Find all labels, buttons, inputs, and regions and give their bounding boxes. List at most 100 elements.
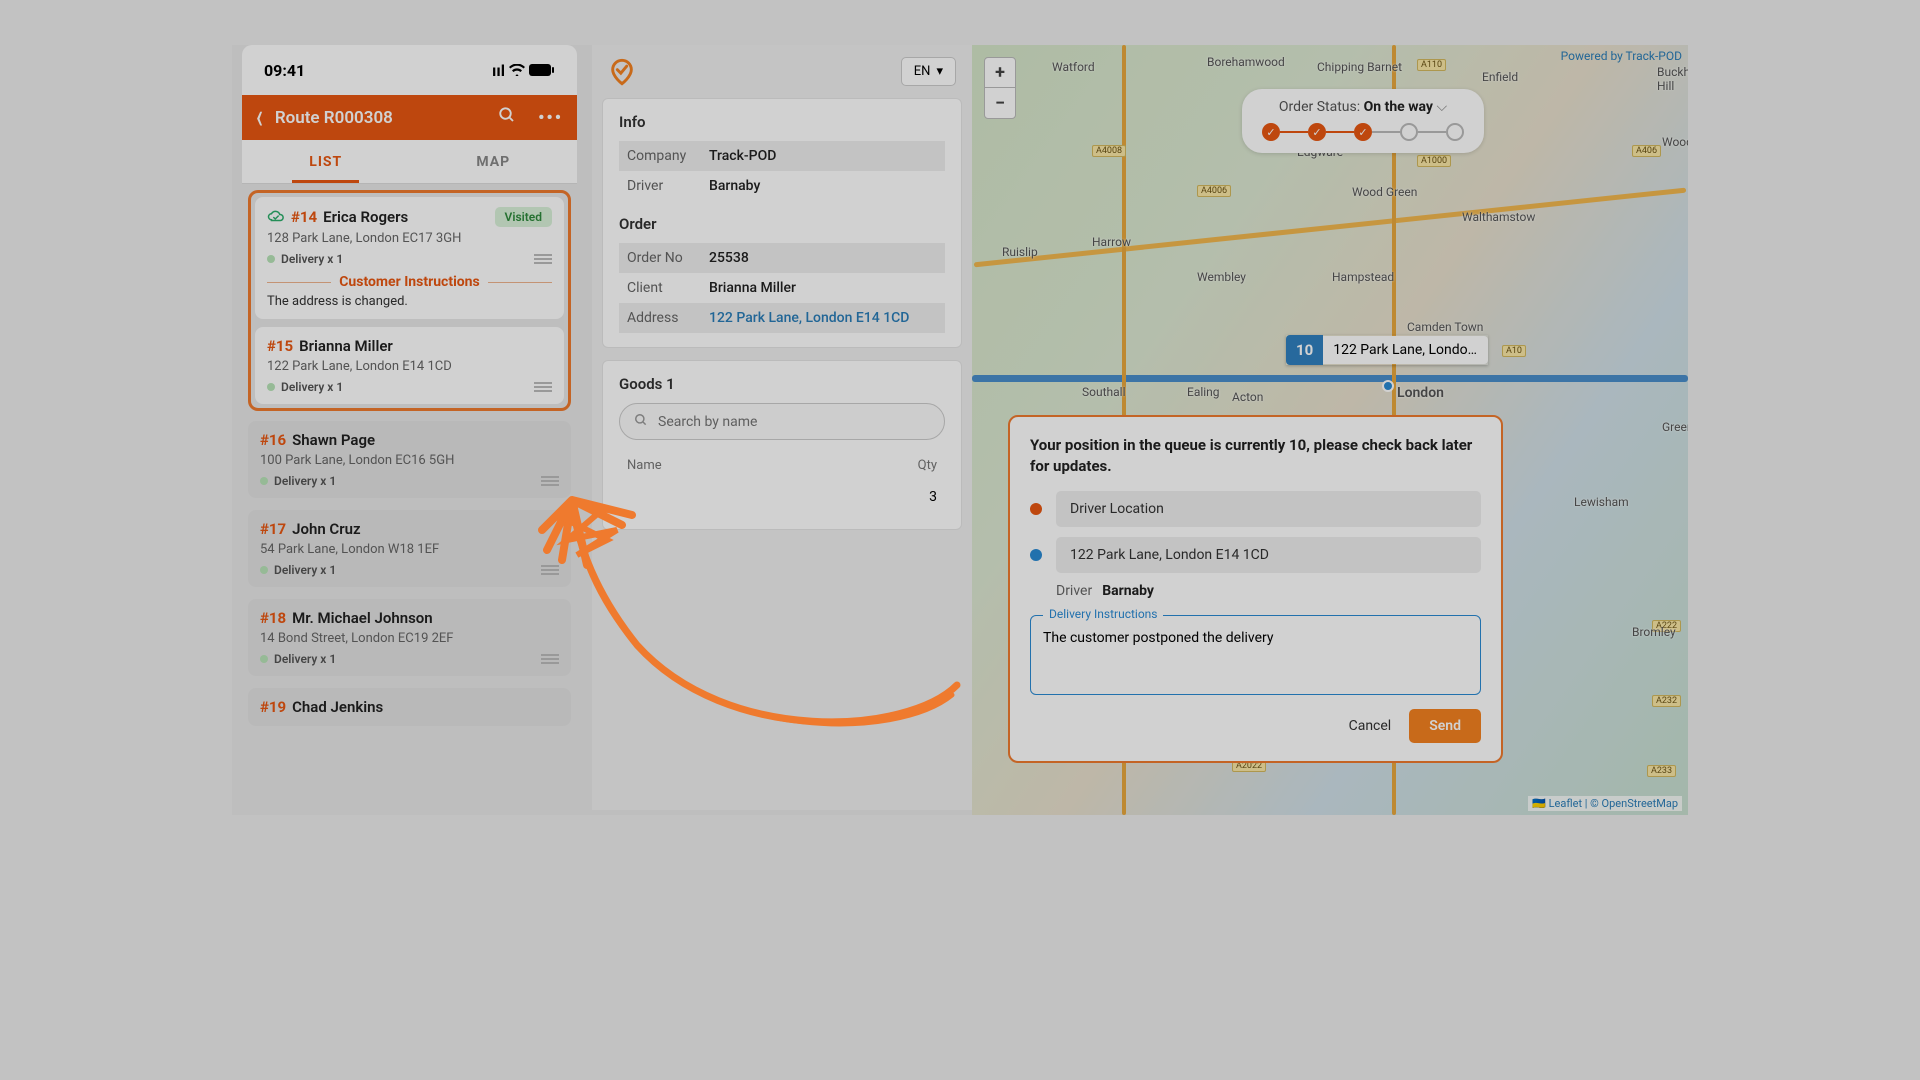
status-steps: ✓ ✓ ✓ [1262, 123, 1464, 141]
stop-card[interactable]: #18 Mr. Michael Johnson 14 Bond Street, L… [248, 599, 571, 676]
current-location-dot [1382, 380, 1394, 392]
goods-search-input[interactable] [658, 414, 930, 430]
status-dot [267, 255, 275, 263]
map-marker[interactable]: 10 122 Park Lane, London E... [1286, 335, 1488, 365]
goods-qty-cell: 3 [929, 489, 937, 505]
status-dot [267, 383, 275, 391]
stop-number: #15 [267, 337, 293, 355]
stop-card[interactable]: #19 Chad Jenkins [248, 688, 571, 726]
popup-driver-value: Barnaby [1102, 583, 1154, 599]
stop-name: Chad Jenkins [292, 698, 383, 716]
delivery-count: Delivery x 1 [281, 380, 343, 394]
status-label: Order Status: [1279, 99, 1360, 115]
goods-name-cell [627, 489, 929, 505]
driver-location-pill: Driver Location [1056, 491, 1481, 527]
stop-card-14[interactable]: #14 Erica Rogers Visited 128 Park Lane, … [255, 197, 564, 319]
status-dot [260, 655, 268, 663]
stop-name: Mr. Michael Johnson [292, 609, 433, 627]
place-label: Walthamstow [1462, 210, 1535, 224]
address-value[interactable]: 122 Park Lane, London E14 1CD [709, 310, 909, 326]
order-status-chip[interactable]: Order Status: On the way ⌵ ✓ ✓ ✓ [1242, 89, 1484, 153]
status-dot [260, 477, 268, 485]
goods-panel: Goods 1 NameQty 3 [602, 360, 962, 530]
search-icon[interactable] [498, 106, 516, 129]
address-label: Address [627, 310, 709, 326]
stop-number: #18 [260, 609, 286, 627]
map-view[interactable]: A4008 A4006 A1000 A110 A406 A10 A222 A23… [972, 45, 1688, 815]
client-value: Brianna Miller [709, 280, 796, 296]
clock: 09:41 [264, 61, 305, 80]
stop-number: #19 [260, 698, 286, 716]
place-label: London [1397, 385, 1444, 401]
drag-handle-icon[interactable] [534, 254, 552, 264]
col-qty: Qty [918, 458, 937, 473]
col-name: Name [627, 458, 918, 473]
instructions-field[interactable]: Delivery Instructions [1030, 615, 1481, 695]
visited-badge: Visited [495, 207, 552, 227]
drag-handle-icon[interactable] [541, 654, 559, 664]
zoom-out-button[interactable]: − [985, 88, 1015, 118]
place-label: Ruislip [1002, 245, 1038, 259]
instructions-textarea[interactable] [1043, 630, 1468, 662]
cloud-check-icon [267, 208, 285, 227]
zoom-in-button[interactable]: + [985, 58, 1015, 88]
phone-mockup: 09:41 ııl ‹ Route R000308 ••• LIST MAP #… [242, 45, 577, 810]
drag-handle-icon[interactable] [541, 565, 559, 575]
place-label: Wembley [1197, 270, 1246, 284]
stop-card[interactable]: #17 John Cruz 54 Park Lane, London W18 1E… [248, 510, 571, 587]
place-label: Lewisham [1574, 495, 1629, 509]
drag-handle-icon[interactable] [541, 476, 559, 486]
place-label: Watford [1052, 60, 1095, 74]
info-panel: Info CompanyTrack-POD DriverBarnaby Orde… [602, 98, 962, 348]
delivery-count: Delivery x 1 [274, 563, 336, 577]
zoom-control: + − [984, 57, 1016, 119]
stop-card[interactable]: #16 Shawn Page100 Park Lane, London EC16… [248, 421, 571, 498]
delivery-count: Delivery x 1 [274, 652, 336, 666]
stop-name: John Cruz [292, 520, 361, 538]
trackpod-logo-icon [608, 58, 636, 86]
marker-label: 122 Park Lane, London E... [1323, 336, 1488, 364]
more-icon[interactable]: ••• [538, 108, 563, 128]
tabs: LIST MAP [242, 140, 577, 184]
route-header: ‹ Route R000308 ••• [242, 95, 577, 140]
details-panel: EN▾ Info CompanyTrack-POD DriverBarnaby … [592, 45, 972, 810]
driver-location-dot [1030, 503, 1042, 515]
highlighted-stops: #14 Erica Rogers Visited 128 Park Lane, … [248, 190, 571, 411]
tab-map[interactable]: MAP [410, 140, 578, 183]
stop-name: Shawn Page [292, 431, 375, 449]
goods-title: Goods 1 [619, 375, 945, 393]
stop-card-15[interactable]: #15 Brianna Miller 122 Park Lane, London… [255, 327, 564, 404]
marker-number: 10 [1286, 335, 1323, 365]
place-label: Harrow [1092, 235, 1131, 249]
stops-list: #14 Erica Rogers Visited 128 Park Lane, … [242, 184, 577, 744]
goods-search[interactable] [619, 403, 945, 440]
destination-pill: 122 Park Lane, London E14 1CD [1056, 537, 1481, 573]
customer-instructions-title: Customer Instructions [267, 274, 552, 290]
destination-dot [1030, 549, 1042, 561]
map-attribution[interactable]: 🇺🇦 Leaflet | © OpenStreetMap [1528, 796, 1682, 811]
status-icons: ııl [492, 61, 555, 80]
place-label: Borehamwood [1207, 55, 1285, 69]
stop-number: #17 [260, 520, 286, 538]
back-icon[interactable]: ‹ [256, 98, 263, 138]
language-selector[interactable]: EN▾ [901, 57, 956, 86]
step-dot: ✓ [1308, 123, 1326, 141]
place-label: Buckhurst Hill [1657, 65, 1688, 93]
stop-address: 128 Park Lane, London EC17 3GH [267, 231, 552, 246]
step-dot [1400, 123, 1418, 141]
info-title: Info [619, 113, 945, 131]
cancel-button[interactable]: Cancel [1349, 718, 1392, 734]
drag-handle-icon[interactable] [534, 382, 552, 392]
powered-by-link[interactable]: Powered by Track-POD [1561, 49, 1682, 63]
delivery-count: Delivery x 1 [281, 252, 343, 266]
tab-list[interactable]: LIST [242, 140, 410, 183]
stop-address: 14 Bond Street, London EC19 2EF [260, 631, 559, 646]
stop-name: Brianna Miller [299, 337, 393, 355]
popup-driver-label: Driver [1056, 583, 1092, 599]
delivery-count: Delivery x 1 [274, 474, 336, 488]
place-label: Acton [1232, 390, 1263, 404]
send-button[interactable]: Send [1409, 709, 1481, 743]
status-dot [260, 566, 268, 574]
stop-address: 54 Park Lane, London W18 1EF [260, 542, 559, 557]
status-value: On the way [1364, 99, 1433, 115]
